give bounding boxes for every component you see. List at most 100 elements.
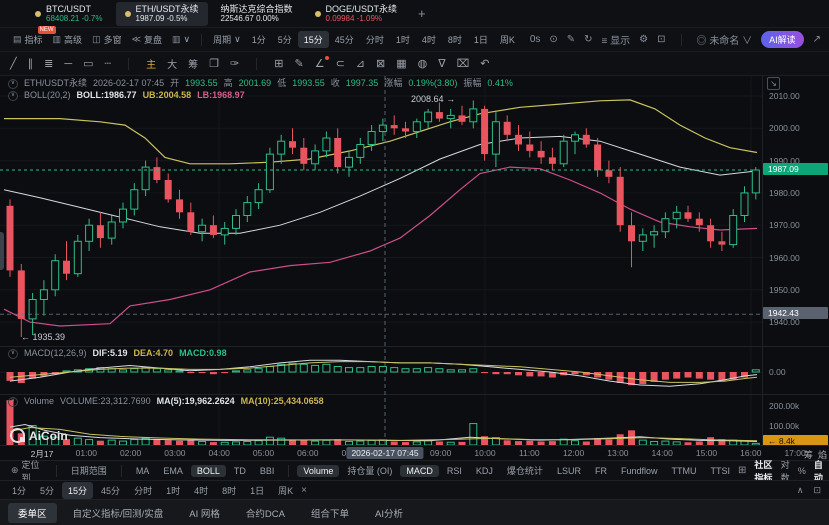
fullscreen-icon[interactable]: ⊡	[657, 34, 665, 45]
axis-tool-焰[interactable]: 焰	[818, 448, 827, 461]
screenshot-icon[interactable]: ⊙	[549, 34, 557, 45]
indicator-BOLL[interactable]: BOLL	[190, 464, 226, 477]
candlestick-chart[interactable]	[0, 76, 829, 445]
chip-distribution-chip[interactable]: 筹	[188, 56, 198, 71]
lock-icon[interactable]: ⊠	[376, 58, 385, 70]
symbol-tab[interactable]: DOGE/USDT永续 0.09984 -1.09%	[306, 2, 407, 26]
popout-icon[interactable]: ↘	[767, 77, 780, 90]
indicator-TTSI[interactable]: TTSI	[704, 465, 736, 477]
period-5分[interactable]: 5分	[272, 31, 298, 48]
indicator-FR[interactable]: FR	[589, 465, 613, 477]
brush-dots-icon[interactable]: ┄	[105, 58, 112, 70]
undo-icon[interactable]: ↶	[480, 58, 489, 70]
period-15分[interactable]: 15分	[297, 31, 329, 48]
indicator-MACD[interactable]: MACD	[400, 464, 439, 477]
indicator-Fundflow[interactable]: Fundflow	[615, 465, 664, 477]
collapse-toggle-icon[interactable]: ∨	[8, 396, 18, 407]
panel-组合下单[interactable]: 组合下单	[301, 503, 359, 523]
share-icon[interactable]: ↗	[813, 34, 821, 45]
replay-button[interactable]: ≪ 复盘	[127, 31, 167, 48]
symbol-tab[interactable]: ETH/USDT永续 1987.09 -0.5%	[115, 1, 208, 26]
period-周K[interactable]: 周K	[494, 31, 521, 48]
period-1分[interactable]: 1分	[246, 31, 272, 48]
panel-AI 网格[interactable]: AI 网格	[179, 503, 230, 523]
settings-icon[interactable]: ⚙	[639, 34, 648, 45]
indicator-RSI[interactable]: RSI	[441, 465, 468, 477]
period-4时[interactable]: 4时	[416, 31, 442, 48]
date-range-button[interactable]: 日期范围	[65, 463, 113, 478]
indicator-持仓量 (OI)[interactable]: 持仓量 (OI)	[341, 463, 398, 478]
period-8时[interactable]: 8时	[442, 31, 468, 48]
period-45分[interactable]: 45分	[329, 31, 360, 48]
indicators-button[interactable]: ▤ 指标 NEW	[8, 26, 56, 48]
edit-icon[interactable]: ✎	[567, 34, 575, 45]
indicator-爆仓统计[interactable]: 爆仓统计	[501, 463, 549, 478]
globe-icon[interactable]: ◍	[418, 58, 428, 70]
image-icon[interactable]: ▦	[396, 58, 406, 70]
period2-4时[interactable]: 4时	[188, 482, 214, 499]
period2-45分[interactable]: 45分	[95, 482, 126, 499]
close-icon[interactable]: ×	[301, 485, 307, 496]
toggle-%[interactable]: %	[798, 466, 806, 476]
indicator-Volume[interactable]: Volume	[297, 464, 340, 477]
period2-15分[interactable]: 15分	[62, 481, 94, 499]
symbol-tab[interactable]: 纳斯达克综合指数 22546.67 0.00%	[212, 2, 302, 26]
period2-分时[interactable]: 分时	[128, 482, 158, 499]
layout-select[interactable]: ◎ 未命名 ∨	[697, 32, 753, 47]
panel-自定义指标/回测/实盘[interactable]: 自定义指标/回测/实盘	[63, 503, 174, 523]
indicator-TD[interactable]: TD	[228, 465, 252, 477]
fib-lines-icon[interactable]: ≣	[44, 58, 53, 70]
collapse-icon[interactable]: ∧	[797, 485, 804, 496]
multi-window-button[interactable]: ◫ 多窗	[87, 31, 127, 48]
advanced-button[interactable]: ▥ 高级	[48, 31, 88, 48]
period2-5分[interactable]: 5分	[34, 482, 60, 499]
ruler-icon[interactable]: ∠	[315, 55, 329, 70]
ai-interpret-button[interactable]: AI解读	[761, 31, 804, 48]
indicator-BBI[interactable]: BBI	[254, 465, 281, 477]
pane-resize-handle[interactable]	[0, 232, 4, 270]
chart-region[interactable]: ∨ ETH/USDT永续 2026-02-17 07:45 开 1993.55 高…	[0, 76, 829, 460]
copy-icon[interactable]: ❐	[209, 58, 219, 70]
brush-icon[interactable]: ✑	[230, 58, 239, 70]
expand-icon[interactable]: ⊡	[813, 485, 821, 496]
indicator-MA[interactable]: MA	[130, 465, 156, 477]
period2-1日[interactable]: 1日	[244, 482, 270, 499]
indicator-LSUR[interactable]: LSUR	[551, 465, 587, 477]
large-chart-chip[interactable]: 大	[167, 56, 177, 71]
filter-icon[interactable]: ∇	[438, 58, 445, 70]
parallel-channel-icon[interactable]: ∥	[28, 58, 34, 70]
period2-8时[interactable]: 8时	[216, 482, 242, 499]
chart-type-select[interactable]: ▥ ∨	[167, 32, 195, 47]
price-axis[interactable]: 2010.00 2000.00 1990.00 1980.00 1970.00 1960.…	[762, 76, 829, 447]
panel-委单区[interactable]: 委单区	[8, 502, 57, 523]
period-分时[interactable]: 分时	[360, 31, 390, 48]
add-symbol-button[interactable]: +	[418, 6, 426, 21]
axis-tool-筹[interactable]: 筹	[804, 448, 813, 461]
refresh-icon[interactable]: ↻	[584, 34, 592, 45]
symbol-tab[interactable]: BTC/USDT 68408.21 -0.7%	[26, 2, 112, 26]
measure-icon[interactable]: ⊿	[356, 58, 365, 70]
display-button[interactable]: ≡ 显示	[602, 32, 631, 47]
period-1日[interactable]: 1日	[468, 31, 494, 48]
period2-1分[interactable]: 1分	[6, 482, 32, 499]
rectangle-icon[interactable]: ▭	[83, 58, 93, 70]
indicator-KDJ[interactable]: KDJ	[470, 465, 499, 477]
collapse-toggle-icon[interactable]: ∨	[8, 348, 18, 359]
period-1时[interactable]: 1时	[390, 31, 416, 48]
period2-1时[interactable]: 1时	[160, 482, 186, 499]
panel-AI分析[interactable]: AI分析	[365, 503, 413, 523]
main-chart-chip[interactable]: 主	[146, 56, 156, 71]
period2-周K[interactable]: 周K	[272, 482, 299, 499]
time-axis[interactable]: 2月1701:0002:0003:0004:0005:0006:0007:000…	[0, 445, 829, 460]
trend-line-icon[interactable]: ╱	[10, 58, 17, 70]
timer-button[interactable]: 0s	[530, 34, 541, 45]
collapse-toggle-icon[interactable]: ∨	[8, 78, 18, 89]
horizontal-line-icon[interactable]: ─	[64, 58, 72, 70]
magnet-icon[interactable]: ⊂	[336, 58, 345, 70]
panel-grid-icon[interactable]: ⊞	[738, 465, 746, 476]
delete-icon[interactable]: ⌧	[457, 58, 470, 70]
collapse-toggle-icon[interactable]: ∨	[8, 90, 18, 101]
period-select[interactable]: 周期 ∨	[208, 31, 246, 48]
crop-icon[interactable]: ⊞	[274, 58, 283, 70]
panel-合约DCA[interactable]: 合约DCA	[236, 503, 295, 523]
